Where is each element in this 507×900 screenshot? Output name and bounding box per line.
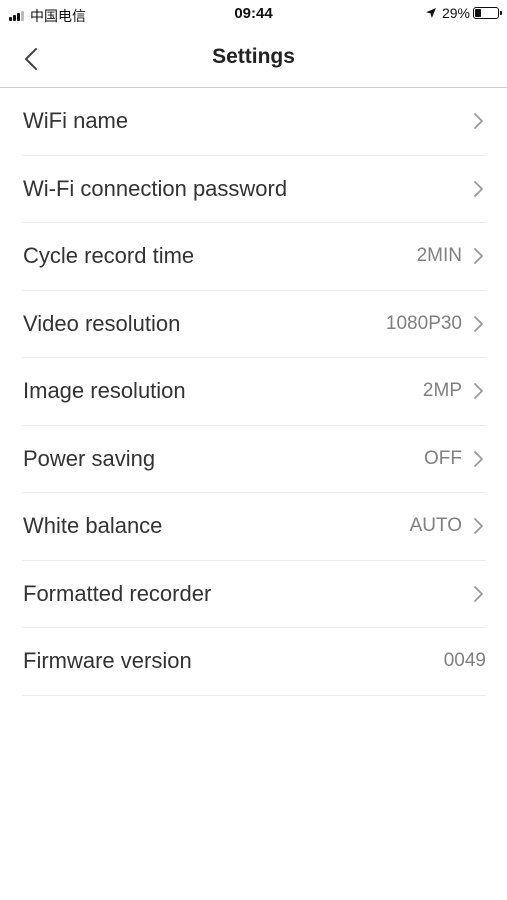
row-label: Formatted recorder xyxy=(23,580,212,606)
chevron-right-icon xyxy=(474,450,483,467)
settings-row-firmware-version: Firmware version 0049 xyxy=(22,628,486,696)
page-title: Settings xyxy=(212,45,295,68)
settings-row-image-resolution[interactable]: Image resolution 2MP xyxy=(22,358,486,426)
row-label: WiFi name xyxy=(23,108,129,134)
chevron-right-icon xyxy=(474,585,483,602)
row-label: Image resolution xyxy=(23,378,186,404)
row-label: Cycle record time xyxy=(23,243,195,269)
chevron-right-icon xyxy=(474,180,483,197)
chevron-right-icon xyxy=(474,315,483,332)
row-label: Video resolution xyxy=(23,310,181,336)
status-bar: 中国电信 09:44 29% xyxy=(0,0,507,30)
settings-row-wifi-password[interactable]: Wi-Fi connection password xyxy=(22,156,486,223)
row-value: 2MP xyxy=(422,380,462,402)
row-value: 1080P30 xyxy=(385,312,462,334)
row-value: OFF xyxy=(424,447,462,469)
location-arrow-icon xyxy=(425,8,436,18)
chevron-right-icon xyxy=(474,518,483,535)
settings-row-white-balance[interactable]: White balance AUTO xyxy=(22,493,486,561)
row-label: Wi-Fi connection password xyxy=(23,175,288,201)
row-label: White balance xyxy=(23,513,163,539)
row-value: 2MIN xyxy=(416,245,462,267)
status-bar-right: 29% xyxy=(425,5,502,21)
chevron-right-icon xyxy=(474,383,483,400)
chevron-right-icon xyxy=(474,113,483,130)
row-label: Power saving xyxy=(23,445,156,471)
settings-row-video-resolution[interactable]: Video resolution 1080P30 xyxy=(22,291,486,358)
row-label: Firmware version xyxy=(23,648,192,674)
settings-row-cycle-record-time[interactable]: Cycle record time 2MIN xyxy=(22,223,486,291)
settings-row-power-saving[interactable]: Power saving OFF xyxy=(22,426,486,493)
battery-icon xyxy=(473,7,502,19)
chevron-right-icon xyxy=(474,248,483,265)
row-value: AUTO xyxy=(409,515,462,537)
navigation-bar: Settings xyxy=(0,30,507,88)
firmware-version-value: 0049 xyxy=(443,650,486,672)
settings-row-formatted-recorder[interactable]: Formatted recorder xyxy=(22,561,486,628)
battery-percent: 29% xyxy=(441,5,470,21)
settings-list: WiFi name Wi-Fi connection password Cycl… xyxy=(22,88,486,696)
settings-row-wifi-name[interactable]: WiFi name xyxy=(22,88,486,156)
